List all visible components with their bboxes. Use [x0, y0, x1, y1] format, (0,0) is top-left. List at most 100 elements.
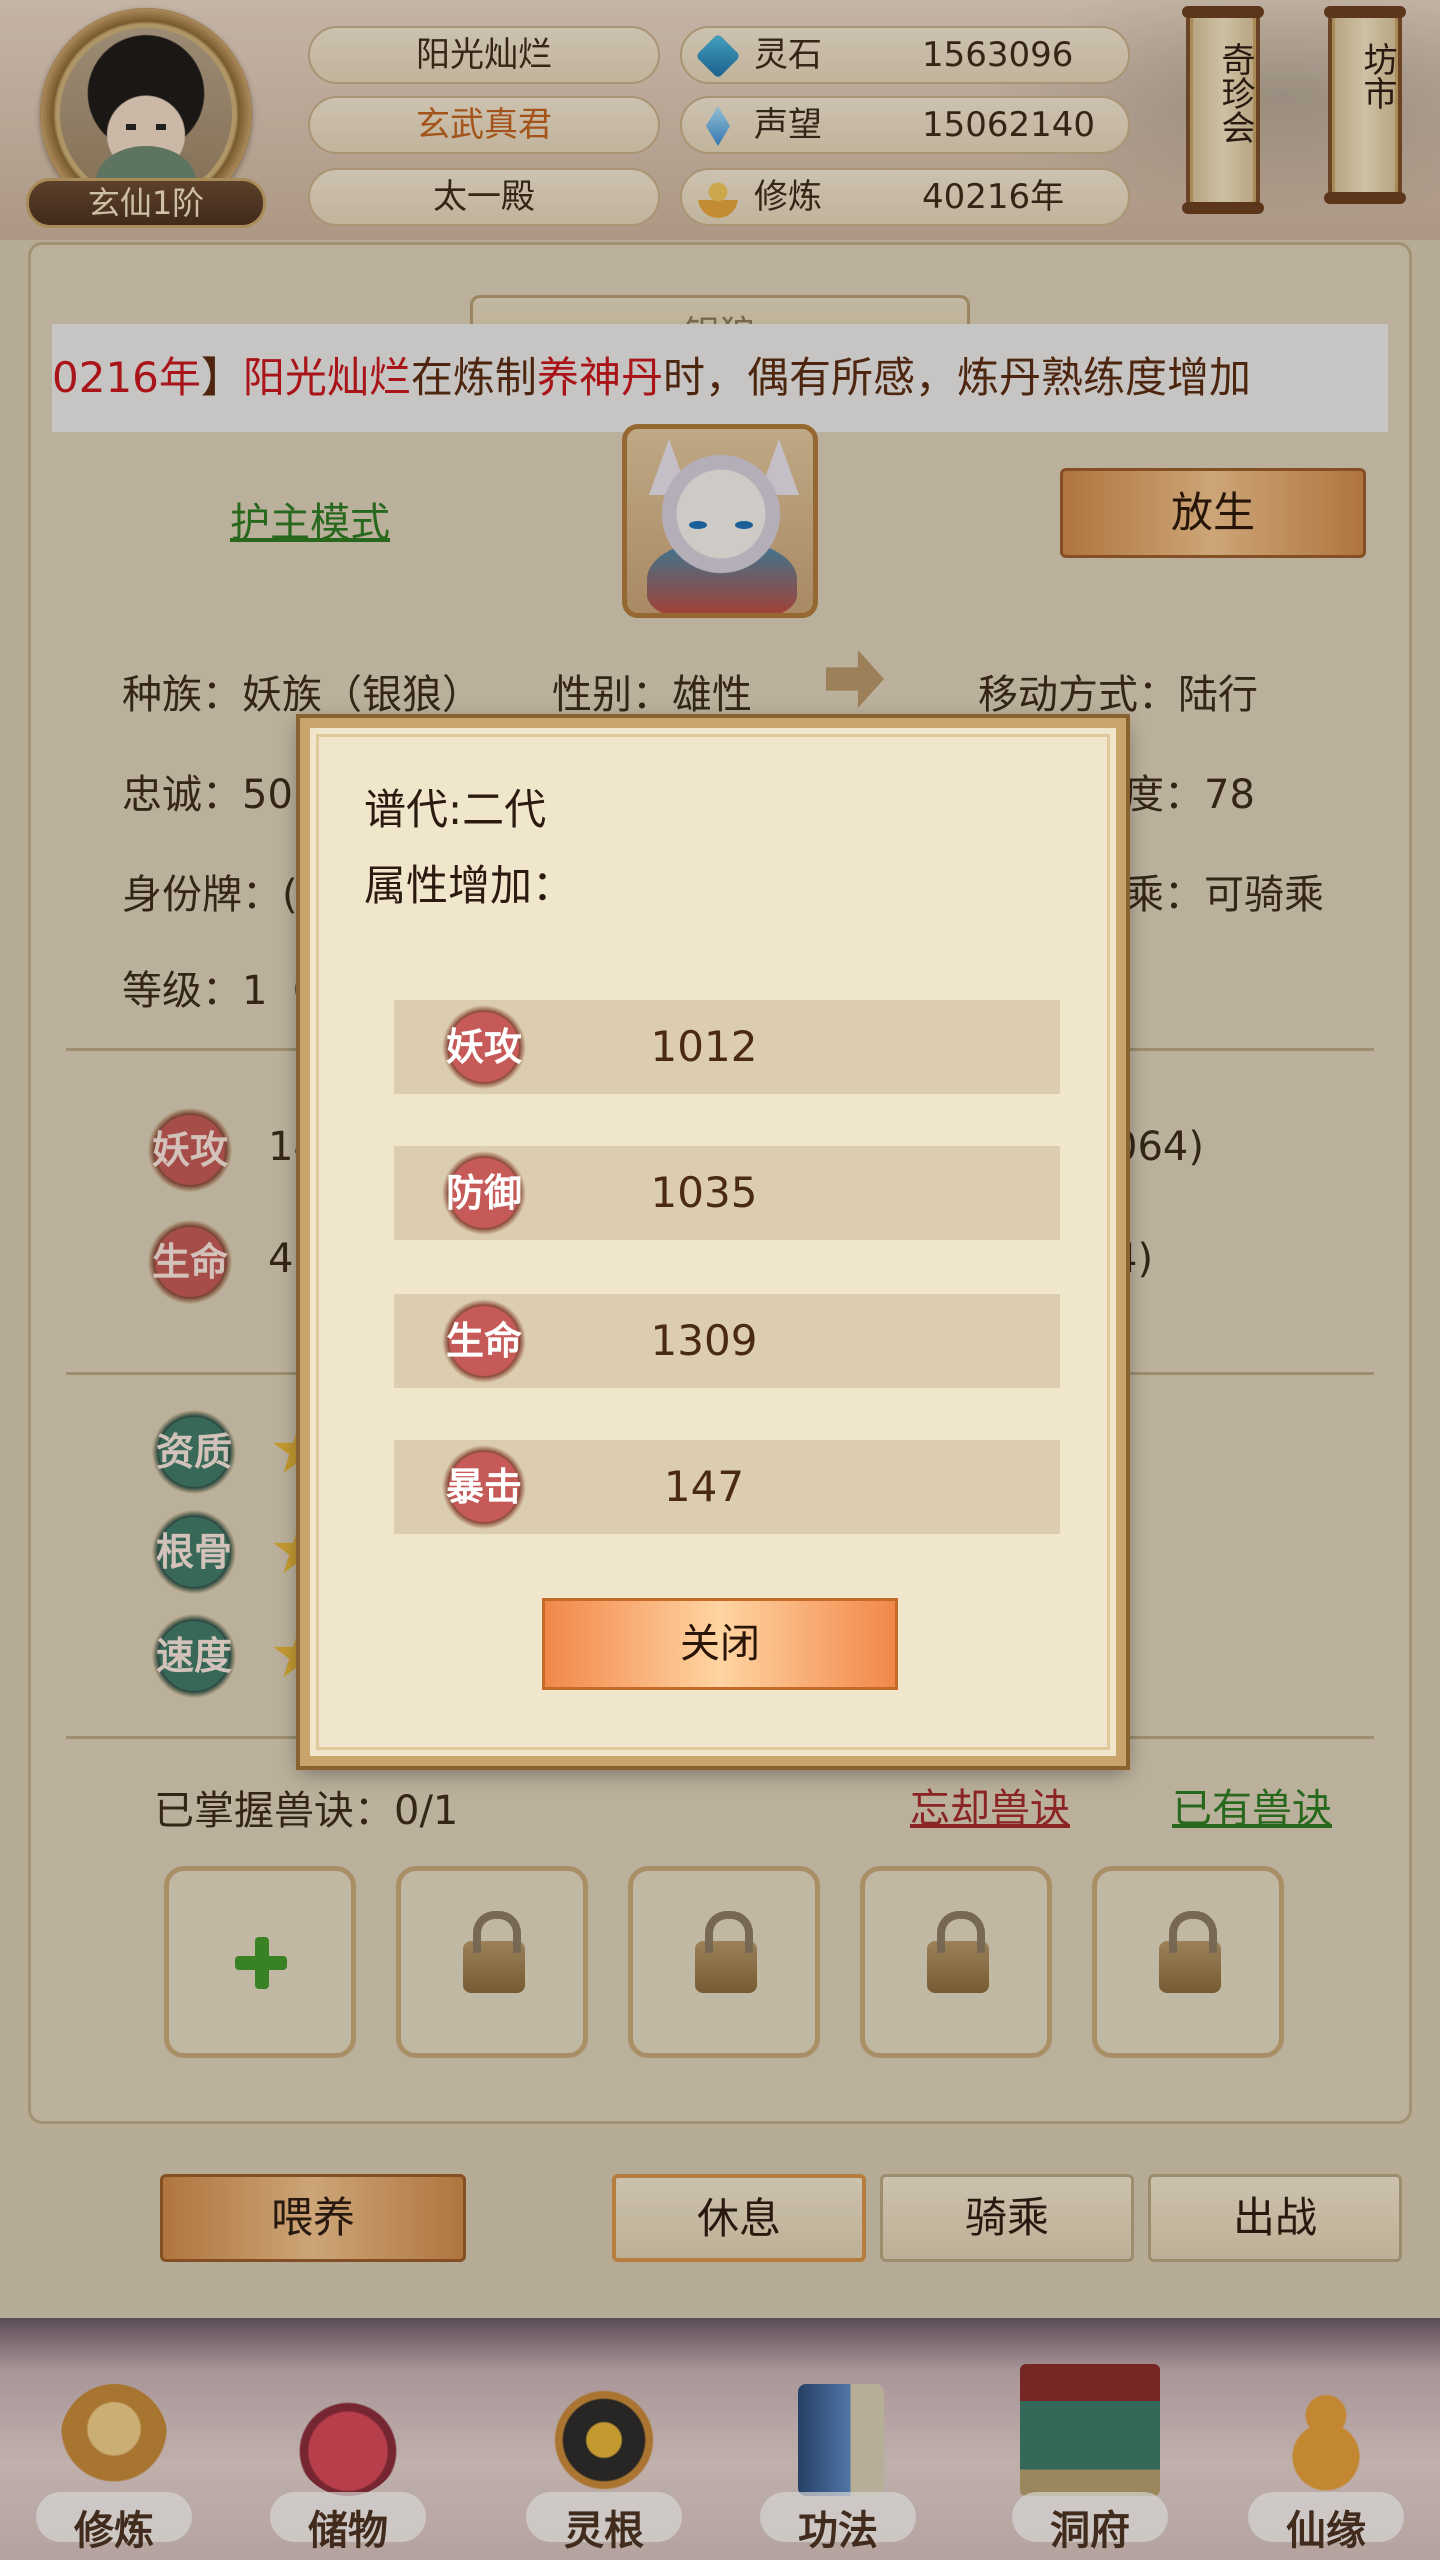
player-name: 阳光灿烂 [308, 26, 660, 84]
nav-storage[interactable]: 储物 [258, 2384, 438, 2560]
pet-race: 种族：妖族（银狼） [122, 672, 482, 718]
lock-icon [695, 1911, 757, 1993]
resource-label: 修炼 [754, 177, 822, 217]
prestige-icon [706, 106, 730, 146]
marquee-segment: 】 [200, 353, 243, 402]
marquee-segment: 阳光灿烂 [242, 353, 411, 402]
marquee-segment: 养神丹 [536, 353, 663, 402]
quality-badge: 资质 [152, 1410, 236, 1494]
pet-movement: 移动方式：陆行 [978, 672, 1258, 718]
scroll-label: 奇珍会 [1215, 42, 1255, 144]
mastered-skills-count: 已掌握兽诀：0/1 [154, 1788, 459, 1834]
attr-row-crit: 暴击 147 [394, 1440, 1060, 1534]
guard-mode-link[interactable]: 护主模式 [230, 490, 390, 548]
pet-id-tag: 身份牌：( [122, 872, 298, 918]
storage-bag-icon [294, 2384, 402, 2496]
attr-value: 1035 [650, 1168, 758, 1217]
cultivate-icon [60, 2384, 168, 2496]
close-button[interactable]: 关闭 [542, 1598, 898, 1690]
fight-button[interactable]: 出战 [1148, 2174, 1402, 2262]
wolf-eye [735, 521, 753, 529]
pet-level: 等级：1（ [122, 968, 308, 1014]
resource-spirit-stone: 灵石 1563096 [680, 26, 1130, 84]
marquee-segment: 时，偶有所感，炼丹熟练度增加 [662, 353, 1251, 402]
rest-button[interactable]: 休息 [612, 2174, 866, 2262]
nav-spirit-root[interactable]: 灵根 [514, 2384, 694, 2560]
nav-label: 功法 [798, 2507, 878, 2554]
forget-skill-link[interactable]: 忘却兽诀 [910, 1776, 1070, 1834]
attr-badge: 生命 [442, 1299, 526, 1383]
lock-icon [927, 1911, 989, 1993]
pet-speed: 度：78 [1124, 772, 1255, 818]
bottom-navigation: 修炼 储物 灵根 功法 洞府 仙缘 [0, 2318, 1440, 2560]
attr-badge: 妖攻 [442, 1005, 526, 1089]
attr-badge: 暴击 [442, 1445, 526, 1529]
top-header: 玄仙1阶 阳光灿烂 玄武真君 太一殿 灵石 1563096 声望 1506214… [0, 0, 1440, 240]
owned-skills-link[interactable]: 已有兽诀 [1172, 1776, 1332, 1834]
resource-label: 灵石 [754, 35, 822, 75]
resource-prestige: 声望 15062140 [680, 96, 1130, 154]
nav-label: 修炼 [74, 2507, 154, 2554]
release-button[interactable]: 放生 [1060, 468, 1366, 558]
pet-loyalty: 忠诚：50 [122, 772, 293, 818]
rank-badge: 玄仙1阶 [26, 178, 266, 228]
pet-mount: 乘：可骑乘 [1124, 872, 1324, 918]
marquee-segment: 在炼制 [410, 353, 537, 402]
treasure-auction-button[interactable]: 奇珍会 [1182, 6, 1264, 214]
fate-gourd-icon [1272, 2384, 1380, 2496]
spirit-root-icon [550, 2384, 658, 2496]
resource-value: 40216年 [922, 177, 1065, 217]
market-button[interactable]: 坊市 [1324, 6, 1406, 204]
plus-icon [235, 1937, 287, 1989]
attr-value: 1309 [650, 1316, 758, 1365]
player-sect: 太一殿 [308, 168, 660, 226]
technique-book-icon [798, 2384, 884, 2496]
scroll-label: 坊市 [1357, 42, 1397, 110]
resource-cultivation: 修炼 40216年 [680, 168, 1130, 226]
skill-slot-locked[interactable] [396, 1866, 588, 2058]
avatar-eyes [126, 124, 166, 130]
attr-value: 147 [663, 1462, 745, 1511]
nav-cave-mansion[interactable]: 洞府 [1000, 2364, 1180, 2560]
resource-value: 1563096 [922, 35, 1074, 75]
resource-value: 15062140 [922, 105, 1096, 145]
attr-badge: 防御 [442, 1151, 526, 1235]
stat-badge-life: 生命 [148, 1220, 232, 1304]
speed-badge: 速度 [152, 1614, 236, 1698]
attr-value: 1012 [650, 1022, 758, 1071]
generation-label: 谱代:二代 [364, 785, 547, 834]
nav-label: 灵根 [564, 2507, 644, 2554]
skill-slot-locked[interactable] [1092, 1866, 1284, 2058]
marquee-segment: 0216年 [52, 353, 201, 402]
system-broadcast-marquee: 0216年】阳光灿烂在炼制养神丹时，偶有所感，炼丹熟练度增加 [52, 324, 1388, 432]
attr-row-life: 生命 1309 [394, 1294, 1060, 1388]
nav-label: 洞府 [1050, 2507, 1130, 2554]
pet-generation-dialog: 谱代:二代 属性增加： 妖攻 1012 防御 1035 生命 1309 暴击 1… [300, 718, 1126, 1766]
nav-label: 仙缘 [1286, 2507, 1366, 2554]
lock-icon [463, 1911, 525, 1993]
skill-slot-locked[interactable] [628, 1866, 820, 2058]
attribute-increase-title: 属性增加： [364, 861, 575, 910]
ride-button[interactable]: 骑乘 [880, 2174, 1134, 2262]
resource-label: 声望 [754, 105, 822, 145]
player-title: 玄武真君 [308, 96, 660, 154]
wolf-eye [689, 521, 707, 529]
avatar-portrait [60, 28, 232, 200]
pet-portrait[interactable] [622, 424, 818, 618]
stat-badge-attack: 妖攻 [148, 1108, 232, 1192]
skill-slot-add[interactable] [164, 1866, 356, 2058]
pet-gender: 性别：雄性 [552, 672, 752, 718]
nav-label: 储物 [308, 2507, 388, 2554]
cave-mansion-icon [1020, 2364, 1160, 2496]
bone-badge: 根骨 [152, 1510, 236, 1594]
feed-button[interactable]: 喂养 [160, 2174, 466, 2262]
nav-fate[interactable]: 仙缘 [1236, 2384, 1416, 2560]
spirit-stone-icon [695, 33, 741, 79]
nav-cultivate[interactable]: 修炼 [24, 2384, 204, 2560]
lock-icon [1159, 1911, 1221, 1993]
wolf-head [661, 451, 781, 591]
attr-row-attack: 妖攻 1012 [394, 1000, 1060, 1094]
cultivation-icon [698, 178, 738, 218]
nav-technique[interactable]: 功法 [748, 2384, 928, 2560]
skill-slot-locked[interactable] [860, 1866, 1052, 2058]
